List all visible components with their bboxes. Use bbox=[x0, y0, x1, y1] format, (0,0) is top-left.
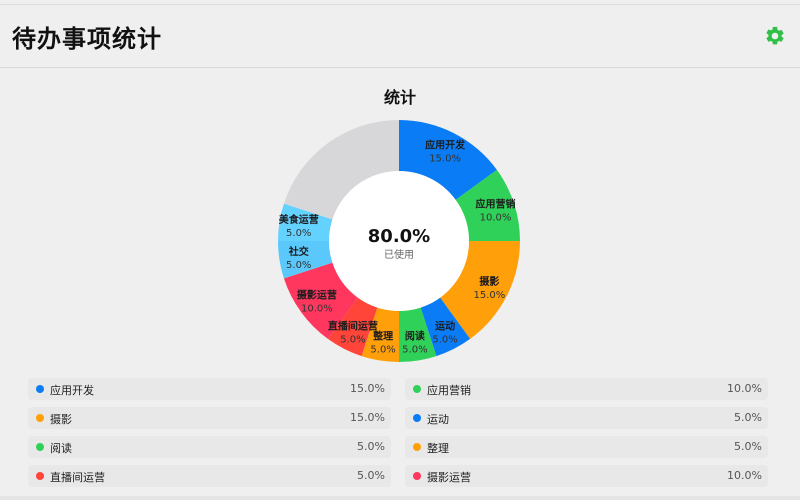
legend-label: 摄影运营 bbox=[427, 471, 471, 484]
slice-label: 阅读 bbox=[405, 329, 425, 342]
legend-item[interactable]: 整理 5.0% bbox=[405, 436, 768, 458]
legend-dot-icon bbox=[36, 443, 44, 451]
chart-title: 统计 bbox=[383, 88, 416, 107]
legend-item[interactable]: 摄影 15.0% bbox=[28, 407, 391, 429]
legend-item[interactable]: 运动 5.0% bbox=[405, 407, 768, 429]
legend-dot-icon bbox=[36, 472, 44, 480]
legend-label: 运动 bbox=[427, 413, 449, 426]
legend-value: 15.0% bbox=[350, 411, 385, 424]
legend-item[interactable]: 应用营销 10.0% bbox=[405, 378, 768, 400]
legend-value: 5.0% bbox=[734, 411, 762, 424]
center-label: 已使用 bbox=[384, 248, 414, 261]
slice-label: 应用营销 bbox=[476, 198, 516, 211]
slice-value-label: 5.0% bbox=[340, 334, 365, 345]
legend-label: 整理 bbox=[427, 442, 449, 455]
donut-chart: 80.0% 已使用 应用开发 15.0% 应用营销 10.0% 摄影 15.0% 运动 5.0… bbox=[278, 120, 520, 362]
gear-icon[interactable] bbox=[764, 25, 786, 47]
slice-value-label: 5.0% bbox=[402, 344, 427, 355]
legend-dot-icon bbox=[413, 385, 421, 393]
legend-dot-icon bbox=[36, 414, 44, 422]
legend-value: 15.0% bbox=[350, 382, 385, 395]
slice-value-label: 15.0% bbox=[474, 290, 506, 301]
slice-label: 直播间运营 bbox=[328, 319, 378, 332]
legend-dot-icon bbox=[413, 414, 421, 422]
legend-item[interactable]: 阅读 5.0% bbox=[28, 436, 391, 458]
legend-item[interactable]: 摄影运营 10.0% bbox=[405, 465, 768, 487]
legend-value: 5.0% bbox=[357, 440, 385, 453]
slice-label: 应用开发 bbox=[425, 139, 466, 152]
slice-label: 运动 bbox=[435, 319, 455, 332]
legend-item[interactable]: 应用开发 15.0% bbox=[28, 378, 391, 400]
slice-label: 摄影运营 bbox=[297, 289, 337, 302]
legend-label: 摄影 bbox=[50, 413, 72, 426]
legend-value: 10.0% bbox=[727, 469, 762, 482]
slice-value-label: 10.0% bbox=[480, 213, 512, 224]
legend-dot-icon bbox=[413, 472, 421, 480]
legend-label: 应用营销 bbox=[427, 384, 471, 397]
legend-label: 阅读 bbox=[50, 442, 72, 455]
legend-label: 直播间运营 bbox=[50, 471, 105, 484]
slice-value-label: 5.0% bbox=[286, 228, 311, 239]
slice-value-label: 5.0% bbox=[370, 344, 395, 355]
slice-value-label: 10.0% bbox=[301, 304, 333, 315]
legend-value: 5.0% bbox=[357, 469, 385, 482]
legend-row-partial bbox=[0, 496, 800, 500]
slice-label: 摄影 bbox=[479, 275, 499, 288]
header-bar: 待办事项统计 bbox=[0, 5, 800, 68]
slice-label: 美食运营 bbox=[279, 213, 319, 226]
slice-value-label: 5.0% bbox=[432, 334, 457, 345]
page-title: 待办事项统计 bbox=[12, 25, 162, 53]
slice-value-label: 5.0% bbox=[286, 260, 311, 271]
slice-value-label: 15.0% bbox=[429, 154, 461, 165]
legend-value: 5.0% bbox=[734, 440, 762, 453]
legend-dot-icon bbox=[36, 385, 44, 393]
legend-item[interactable]: 直播间运营 5.0% bbox=[28, 465, 391, 487]
legend-label: 应用开发 bbox=[50, 384, 94, 397]
legend-value: 10.0% bbox=[727, 382, 762, 395]
legend-dot-icon bbox=[413, 443, 421, 451]
slice-label: 社交 bbox=[288, 245, 309, 258]
center-value: 80.0% bbox=[368, 226, 430, 247]
